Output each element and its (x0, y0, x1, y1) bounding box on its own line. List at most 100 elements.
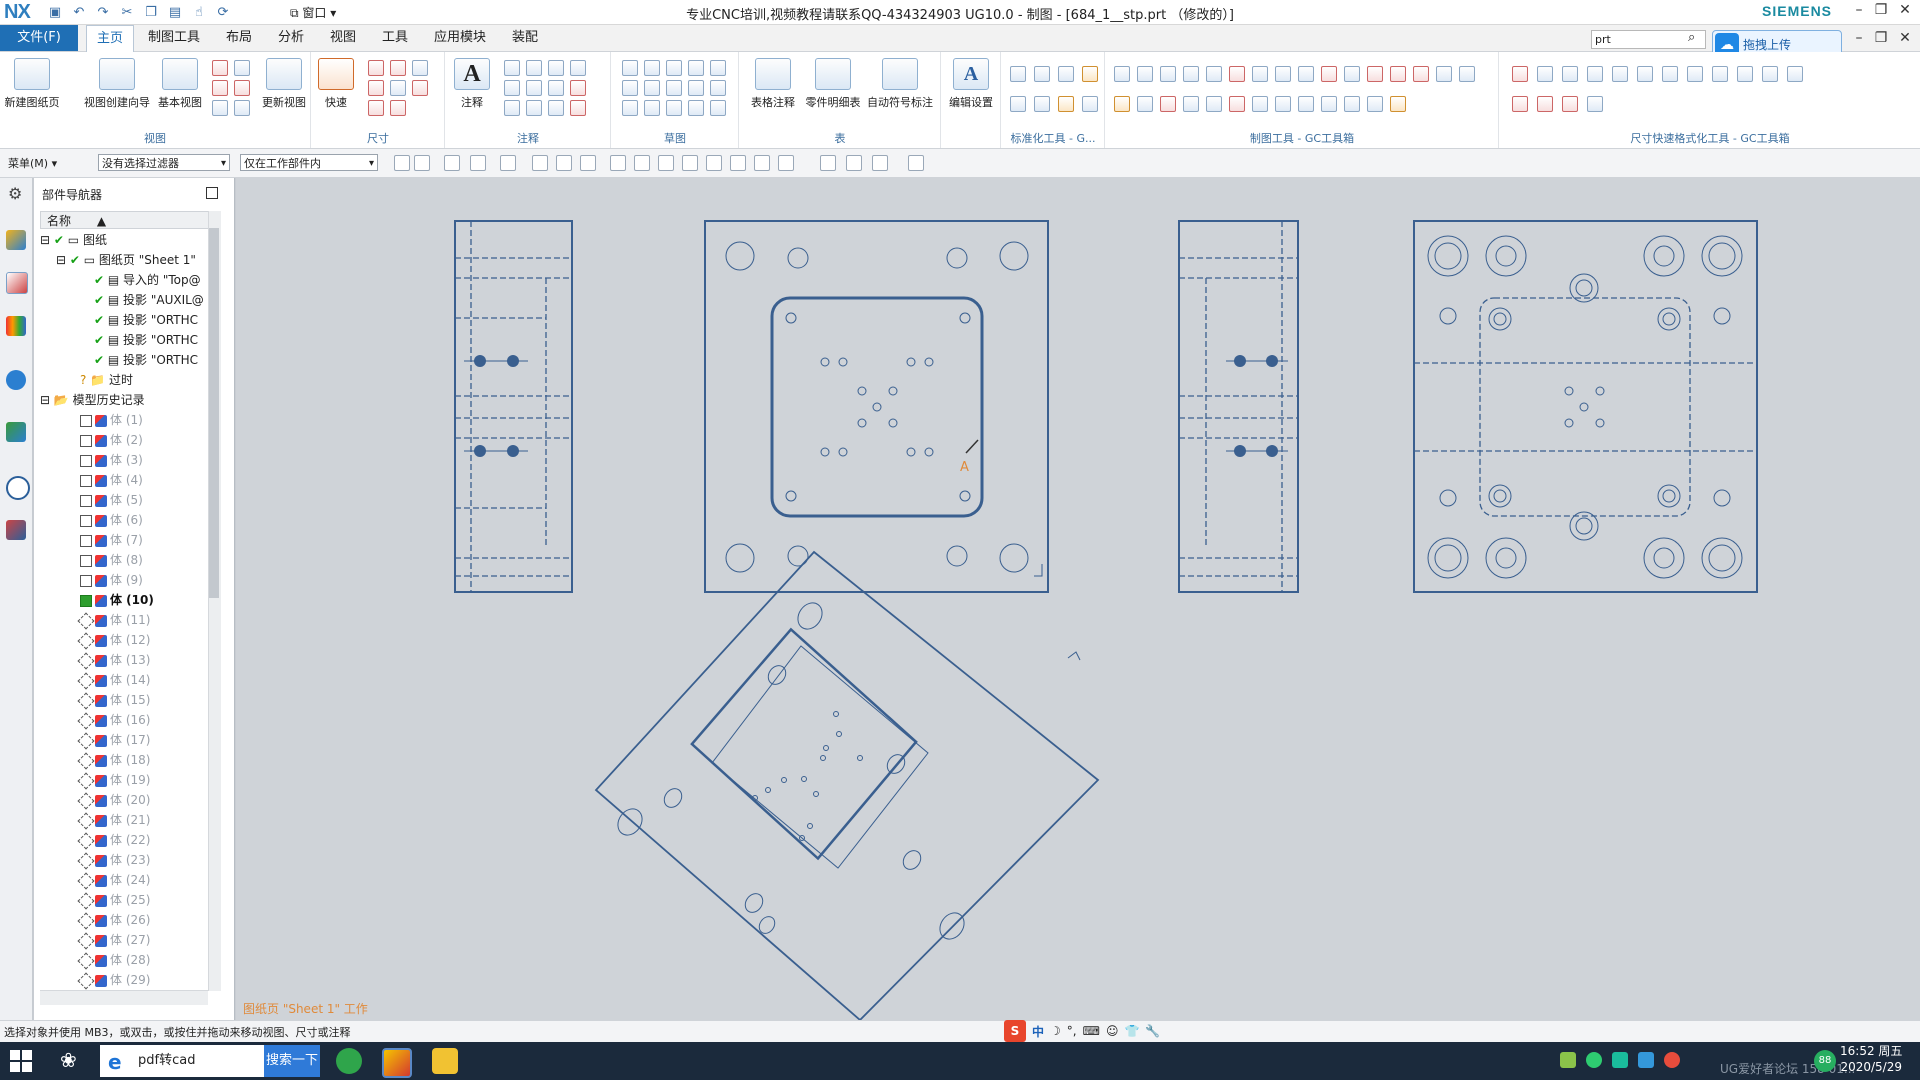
navigator-scroll-thumb[interactable] (209, 228, 219, 598)
polygon-icon[interactable] (688, 80, 704, 96)
skin-icon[interactable]: 👕 (1124, 1024, 1139, 1038)
web-browser-icon[interactable] (6, 370, 26, 390)
gc-tool-11-icon[interactable] (1344, 66, 1360, 82)
ellipse-icon[interactable] (622, 100, 638, 116)
line-icon[interactable] (666, 60, 682, 76)
tab-home[interactable]: 主页 (86, 25, 135, 52)
select-all-icon[interactable] (444, 155, 460, 171)
visibility-checkbox[interactable] (80, 534, 92, 547)
fillet-icon[interactable] (644, 100, 660, 116)
fmt-tool-3-icon[interactable] (1562, 66, 1578, 82)
view-break-icon[interactable] (212, 100, 228, 116)
taskbar-search-input[interactable]: pdf转cad (100, 1045, 264, 1077)
doc-close-button[interactable]: ✕ (1894, 30, 1916, 50)
gc-tool-1-icon[interactable] (1114, 66, 1130, 82)
network-badge-icon[interactable]: 88 (1814, 1050, 1836, 1072)
gc-tool-8-icon[interactable] (1275, 66, 1291, 82)
undo-icon[interactable]: ↶ (70, 3, 88, 21)
tab-layout[interactable]: 布局 (216, 25, 262, 51)
fmt-tool-13-icon[interactable] (1512, 96, 1528, 112)
angular-dim-icon[interactable] (412, 60, 428, 76)
gc-tool-23-icon[interactable] (1252, 96, 1268, 112)
sogou-ime-icon[interactable]: S (1004, 1020, 1026, 1042)
fmt-tool-4-icon[interactable] (1587, 66, 1603, 82)
fmt-tool-2-icon[interactable] (1537, 66, 1553, 82)
radial-dim-icon[interactable] (390, 60, 406, 76)
check-symbol-icon[interactable] (548, 100, 564, 116)
std-tool-6-icon[interactable] (1034, 96, 1050, 112)
taskbar-clock[interactable]: 16:52 周五 2020/5/29 (1840, 1043, 1902, 1075)
close-button[interactable]: ✕ (1894, 2, 1916, 22)
visibility-checkbox[interactable] (77, 772, 95, 789)
tree-node-imported-view[interactable]: ✔ ▤ 导入的 "Top@ (40, 270, 264, 290)
select-filter-icon[interactable] (394, 155, 410, 171)
keyboard-icon[interactable]: ⌨ (1083, 1024, 1100, 1038)
section-view-icon[interactable] (234, 60, 250, 76)
visibility-checkbox[interactable] (80, 494, 92, 507)
tab-tools[interactable]: 工具 (372, 25, 418, 51)
visibility-checkbox[interactable] (77, 652, 95, 669)
top-view-pocket[interactable] (704, 220, 1049, 593)
taskbar-search-button[interactable]: 搜索一下 (264, 1045, 320, 1077)
paste-icon[interactable]: ▤ (166, 3, 184, 21)
ordinate-dim-icon[interactable] (368, 100, 384, 116)
app-icon[interactable]: ❀ (60, 1048, 86, 1074)
tree-node-drawing[interactable]: ⊟ ✔ ▭ 图纸 (40, 230, 210, 250)
render-style-icon[interactable] (908, 155, 924, 171)
visibility-checkbox[interactable] (77, 612, 95, 629)
windows-start-icon[interactable] (10, 1050, 32, 1072)
drawing-canvas[interactable]: .ln{stroke:#3a5f8f;stroke-width:2;fill:n… (236, 178, 1920, 1022)
quadrant-icon[interactable] (706, 155, 722, 171)
visibility-checkbox[interactable] (77, 812, 95, 829)
extend-icon[interactable] (710, 100, 726, 116)
visibility-checkbox[interactable] (77, 972, 95, 989)
midpoint-icon[interactable] (580, 155, 596, 171)
gc-tool-10-icon[interactable] (1321, 66, 1337, 82)
symbol-icon[interactable] (570, 100, 586, 116)
gc-tool-17-icon[interactable] (1114, 96, 1130, 112)
doc-restore-button[interactable]: ❐ (1870, 30, 1892, 50)
tab-assembly[interactable]: 装配 (502, 25, 548, 51)
tab-view[interactable]: 视图 (320, 25, 366, 51)
gc-tool-14-icon[interactable] (1413, 66, 1429, 82)
fmt-tool-6-icon[interactable] (1637, 66, 1653, 82)
filter-settings-icon[interactable] (414, 155, 430, 171)
part-navigator-icon[interactable] (6, 272, 28, 294)
gc-tool-19-icon[interactable] (1160, 96, 1176, 112)
visibility-checkbox[interactable] (80, 434, 92, 447)
endpoint-icon[interactable] (556, 155, 572, 171)
user-icon[interactable]: ☺ (1106, 1024, 1119, 1038)
visibility-checkbox[interactable] (77, 712, 95, 729)
visibility-checkbox[interactable] (77, 792, 95, 809)
gc-tool-9-icon[interactable] (1298, 66, 1314, 82)
std-tool-1-icon[interactable] (1010, 66, 1026, 82)
visibility-checkbox[interactable] (77, 832, 95, 849)
side-view-left[interactable] (454, 220, 573, 593)
sketch-more-icon[interactable] (710, 80, 726, 96)
file-menu-button[interactable]: 文件(F) (0, 25, 78, 51)
profile-icon[interactable] (622, 60, 638, 76)
fmt-tool-16-icon[interactable] (1587, 96, 1603, 112)
fit-view-icon[interactable] (820, 155, 836, 171)
gc-tool-5-icon[interactable] (1206, 66, 1222, 82)
moon-icon[interactable]: ☽ (1050, 1024, 1061, 1038)
gc-tool-28-icon[interactable] (1367, 96, 1383, 112)
fmt-tool-12-icon[interactable] (1787, 66, 1803, 82)
visibility-checkbox[interactable] (77, 892, 95, 909)
tab-drafting-tools[interactable]: 制图工具 (138, 25, 210, 51)
magnifier-icon[interactable] (504, 100, 520, 116)
save-icon[interactable]: ▣ (46, 3, 64, 21)
feature-control-frame-icon[interactable] (504, 60, 520, 76)
display-mode-icon[interactable] (872, 155, 888, 171)
gear-icon[interactable]: ⚙ (8, 184, 22, 203)
gc-tool-18-icon[interactable] (1137, 96, 1153, 112)
fmt-tool-7-icon[interactable] (1662, 66, 1678, 82)
gc-tool-4-icon[interactable] (1183, 66, 1199, 82)
gc-tool-25-icon[interactable] (1298, 96, 1314, 112)
gc-tool-3-icon[interactable] (1160, 66, 1176, 82)
chinese-mode-icon[interactable]: 中 (1032, 1023, 1044, 1040)
linear-dim-icon[interactable] (368, 60, 384, 76)
rectangle-icon[interactable] (644, 60, 660, 76)
view-wizard-button[interactable]: 视图创建向导 (82, 58, 152, 110)
std-tool-5-icon[interactable] (1010, 96, 1026, 112)
